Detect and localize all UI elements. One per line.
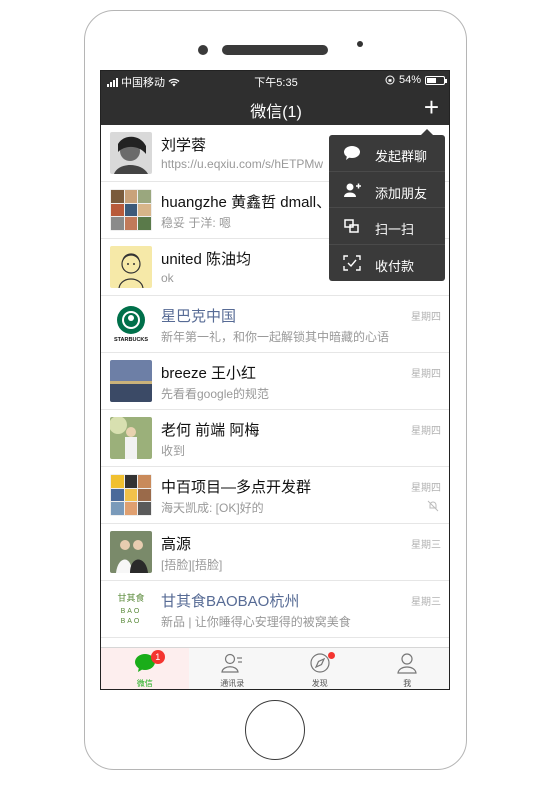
chat-name: 高源 [161, 536, 192, 553]
chat-preview: 先看看google的规范 [161, 387, 270, 401]
unread-badge: 1 [150, 650, 165, 664]
tab-chats[interactable]: 1 微信 [101, 648, 189, 689]
add-button[interactable]: + [424, 93, 439, 121]
tab-label: 通讯录 [220, 679, 245, 688]
chat-name: 中百项目—多点开发群 [161, 479, 312, 496]
notification-dot [327, 652, 335, 659]
chat-time: 星期三 [411, 540, 441, 551]
chat-row[interactable]: 中百项目—多点开发群 海天凯成: [OK]好的 星期四 [101, 467, 449, 524]
chat-preview: 海天凯成: [OK]好的 [161, 501, 264, 515]
menu-item-label: 发起群聊 [375, 149, 428, 164]
tab-me[interactable]: 我 [364, 648, 450, 689]
chat-time: 星期四 [411, 426, 441, 437]
tab-discover[interactable]: 发现 [276, 648, 364, 689]
menu-item-label: 收付款 [375, 258, 415, 274]
nav-bar: 微信(1) + [101, 91, 449, 125]
contacts-icon [221, 653, 243, 673]
chat-preview: 收到 [161, 444, 186, 458]
battery-percent: 54% [398, 74, 421, 86]
chat-row[interactable]: breeze 王小红 先看看google的规范 星期四 [101, 353, 449, 410]
chat-time: 星期三 [411, 597, 441, 608]
avatar [110, 531, 152, 573]
chat-row[interactable]: 甘其食 BAO BAO 甘其食BAOBAO杭州 新品 | 让你睡得心安理得的被窝美食… [101, 581, 449, 638]
chat-name: breeze 王小红 [161, 365, 257, 382]
menu-item-payment[interactable]: 收付款 [329, 245, 445, 282]
svg-text:BAO: BAO [121, 608, 142, 615]
add-friend-icon [344, 183, 361, 197]
chat-name: huangzhe 黄鑫哲 dmall、 [161, 194, 332, 211]
chat-name: 老何 前端 阿梅 [161, 422, 260, 439]
chat-preview: 稳妥 于洋: 嗯 [161, 216, 232, 230]
mute-bell-icon [427, 500, 439, 512]
home-button[interactable] [245, 700, 305, 760]
person-icon [397, 653, 417, 674]
rotation-lock-icon [385, 75, 395, 85]
chat-name: united 陈油均 [161, 251, 252, 268]
chat-time: 星期四 [411, 369, 441, 380]
avatar [110, 360, 152, 402]
chat-preview: 新品 | 让你睡得心安理得的被窝美食 [161, 615, 351, 629]
svg-text:甘其食: 甘其食 [117, 592, 144, 604]
add-menu-popover: 发起群聊 添加朋友 扫一扫 收付款 [329, 129, 445, 282]
menu-item-add-friend[interactable]: 添加朋友 [329, 172, 445, 208]
menu-item-label: 扫一扫 [375, 222, 415, 237]
payment-icon [343, 254, 361, 271]
tab-label: 我 [403, 679, 412, 688]
chat-row[interactable]: STARBUCKS 星巴克中国 新年第一礼，和你一起解锁其中暗藏的心语 星期四 [101, 296, 449, 353]
wechat-screen: 中国移动 下午5:35 54% 微信(1) + 刘学蓉 https://u.eq… [100, 70, 450, 690]
chat-name: 刘学蓉 [161, 137, 207, 154]
starbucks-logo: STARBUCKS [110, 303, 152, 345]
svg-text:STARBUCKS: STARBUCKS [114, 337, 148, 343]
chat-preview: https://u.eqxiu.com/s/hETPMw [161, 157, 324, 171]
tab-contacts[interactable]: 通讯录 [189, 648, 277, 689]
chat-time: 星期四 [411, 483, 441, 494]
svg-text:BAO: BAO [121, 618, 142, 625]
chat-preview: 新年第一礼，和你一起解锁其中暗藏的心语 [161, 330, 390, 344]
avatar [110, 417, 152, 459]
menu-item-scan[interactable]: 扫一扫 [329, 208, 445, 245]
chat-time: 星期四 [411, 312, 441, 323]
tab-bar: 1 微信 通讯录 发现 我 [101, 647, 450, 689]
chat-name: 星巴克中国 [161, 308, 237, 325]
menu-item-label: 添加朋友 [375, 185, 428, 201]
chat-preview: ok [161, 271, 174, 285]
chat-bubble-icon [344, 146, 360, 160]
group-avatar [110, 474, 152, 516]
chat-row[interactable]: 高源 [捂脸][捂脸] 星期三 [101, 524, 449, 581]
status-bar: 中国移动 下午5:35 54% [101, 71, 449, 91]
front-camera [198, 45, 208, 55]
scan-icon [344, 219, 359, 233]
ganqishi-logo: 甘其食 BAO BAO [110, 588, 152, 630]
avatar [110, 246, 152, 288]
chat-row[interactable]: 老何 前端 阿梅 收到 星期四 [101, 410, 449, 467]
front-sensor [357, 41, 363, 47]
tab-label: 发现 [311, 679, 328, 688]
tab-label: 微信 [136, 679, 153, 688]
menu-item-group-chat[interactable]: 发起群聊 [329, 135, 445, 172]
battery-icon [425, 75, 447, 85]
chat-name: 甘其食BAOBAO杭州 [161, 593, 300, 610]
avatar [110, 132, 152, 174]
earpiece-speaker [222, 45, 328, 55]
chat-preview: [捂脸][捂脸] [161, 558, 223, 572]
group-avatar [110, 189, 152, 231]
page-title: 微信(1) [250, 104, 302, 121]
